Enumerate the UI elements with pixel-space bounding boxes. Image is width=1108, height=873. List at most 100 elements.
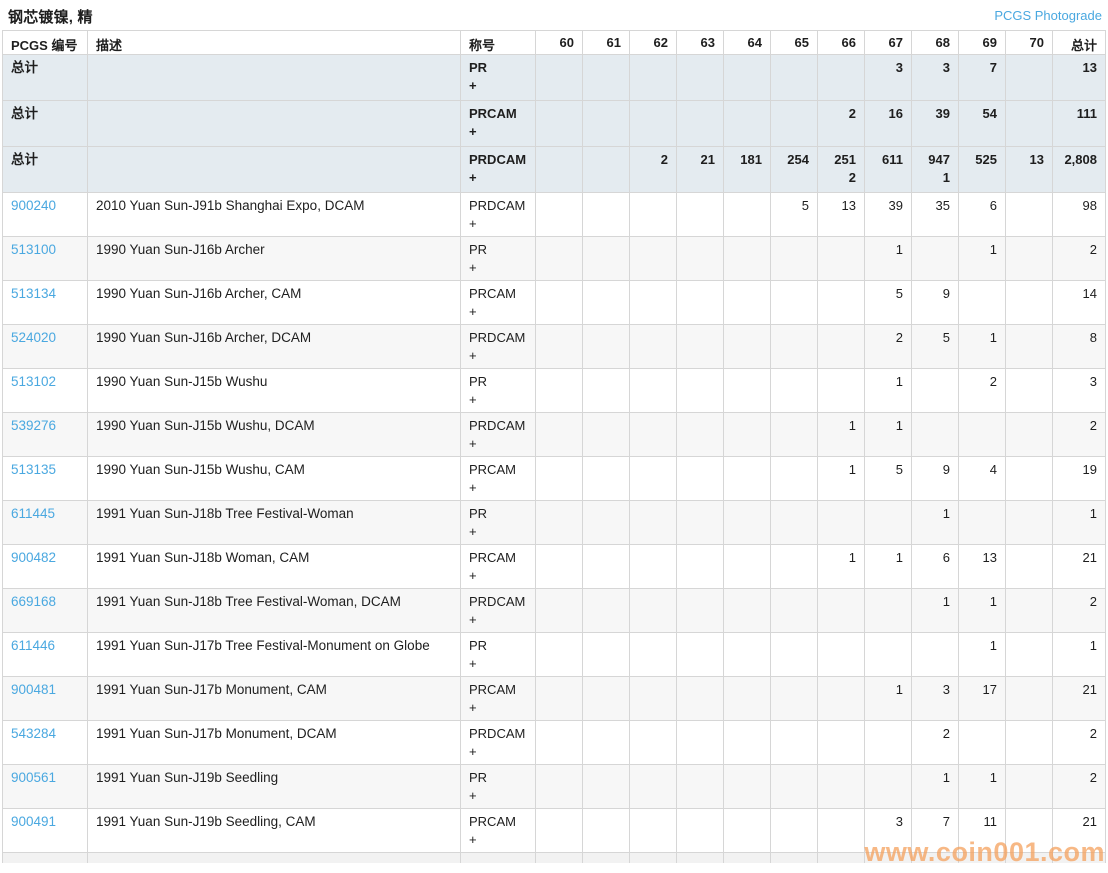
pcgs-number-link[interactable]: 900561 (11, 770, 56, 785)
grade-62-cell: 2 (629, 146, 677, 193)
grade-65-cell (770, 808, 818, 853)
grade-67-cell: 1 (864, 676, 912, 721)
total-cell: 8 (1052, 324, 1106, 369)
table-row: 513102 1990 Yuan Sun-J15b Wushu PR + 1 2 3 (2, 368, 1106, 413)
grade-69-cell: 1 (958, 588, 1006, 633)
total-cell: 98 (1052, 192, 1106, 237)
pcgs-number-cell: 543284 (2, 720, 88, 765)
grade-64-cell (723, 100, 771, 147)
pcgs-number-link[interactable]: 900240 (11, 198, 56, 213)
pcgs-number-link[interactable]: 513102 (11, 374, 56, 389)
pcgs-number-link[interactable]: 900491 (11, 814, 56, 829)
grade-60-cell (535, 236, 583, 281)
coin-description: 2010 Yuan Sun-J91b Shanghai Expo, DCAM (96, 198, 365, 213)
grade-63-cell (676, 720, 724, 765)
total-cell: 2 (1052, 720, 1106, 765)
grade-60-cell (535, 720, 583, 765)
header-grade-61: 61 (582, 30, 630, 55)
grade-61-cell (582, 236, 630, 281)
grade-61-cell (582, 544, 630, 589)
grade-64-cell: 181 (723, 146, 771, 193)
grade-60-cell (535, 324, 583, 369)
grade-66-cell: 13 (817, 192, 865, 237)
grade-64-cell (723, 412, 771, 457)
pcgs-number-link[interactable]: 513135 (11, 462, 56, 477)
header-grade-66: 66 (817, 30, 865, 55)
grade-65-cell (770, 632, 818, 677)
grade-64-cell (723, 280, 771, 325)
pcgs-number-link[interactable]: 524020 (11, 330, 56, 345)
coin-description: 1991 Yuan Sun-J17b Monument, CAM (96, 682, 327, 697)
pcgs-number-cell: 900240 (2, 192, 88, 237)
pcgs-number-link[interactable]: 611446 (11, 638, 55, 653)
grade-63-cell (676, 764, 724, 809)
grade-60-cell (535, 100, 583, 147)
grade-63-cell (676, 280, 724, 325)
grade-68-cell: 7 (911, 808, 959, 853)
grade-69-cell: 1 (958, 632, 1006, 677)
grade-62-cell (629, 280, 677, 325)
grade-62-cell (629, 764, 677, 809)
pcgs-number-link[interactable]: 611445 (11, 506, 55, 521)
grade-69-cell: 525 (958, 146, 1006, 193)
grade-70-cell (1005, 324, 1053, 369)
total-cell: 3 (1052, 368, 1106, 413)
pcgs-photograde-link[interactable]: PCGS Photograde (994, 8, 1102, 23)
grade-65-cell (770, 544, 818, 589)
grade-67-cell: 2 (864, 324, 912, 369)
grade-67-cell (864, 720, 912, 765)
grade-67-cell (864, 588, 912, 633)
grade-61-cell (582, 146, 630, 193)
pcgs-number-link[interactable]: 543284 (11, 726, 56, 741)
grade-69-cell: 7 (958, 54, 1006, 101)
pcgs-number-link[interactable]: 900481 (11, 682, 56, 697)
pcgs-number-link[interactable]: 539276 (11, 418, 56, 433)
pcgs-number-cell: 524020 (2, 324, 88, 369)
description-cell: 1990 Yuan Sun-J15b Wushu (87, 368, 461, 413)
grade-67-cell (864, 764, 912, 809)
grade-68-cell: 9 (911, 456, 959, 501)
designation-cell: PRDCAM + (460, 146, 536, 193)
grade-61-cell (582, 54, 630, 101)
grade-65-cell (770, 720, 818, 765)
total-cell: 2 (1052, 236, 1106, 281)
description-cell: 1991 Yuan Sun-J17b Monument, DCAM (87, 720, 461, 765)
grade-60-cell (535, 632, 583, 677)
designation-cell: PRCAM + (460, 280, 536, 325)
grade-63-cell (676, 192, 724, 237)
grade-68-cell (911, 368, 959, 413)
grade-67-cell (864, 632, 912, 677)
grade-61-cell (582, 456, 630, 501)
header-grade-63: 63 (676, 30, 724, 55)
header-grade-64: 64 (723, 30, 771, 55)
table-row: 611445 1991 Yuan Sun-J18b Tree Festival-W… (2, 500, 1106, 545)
grade-70-cell (1005, 368, 1053, 413)
grade-64-cell (723, 236, 771, 281)
grade-60-cell (535, 456, 583, 501)
grade-63-cell (676, 588, 724, 633)
grade-70-cell (1005, 192, 1053, 237)
grade-69-cell: 1 (958, 324, 1006, 369)
grade-69-cell: 6 (958, 192, 1006, 237)
grade-70-cell (1005, 544, 1053, 589)
pcgs-number-cell: 900482 (2, 544, 88, 589)
grade-66-cell: 251 2 (817, 146, 865, 193)
grade-65-cell (770, 280, 818, 325)
pcgs-number-link[interactable]: 513100 (11, 242, 56, 257)
grade-70-cell (1005, 500, 1053, 545)
grade-68-cell (911, 236, 959, 281)
designation-cell: PRCAM + (460, 808, 536, 853)
grade-60-cell (535, 280, 583, 325)
grade-61-cell (582, 412, 630, 457)
grade-62-cell (629, 808, 677, 853)
summary-row: 总计 PRDCAM + 2 21 181 254 251 2 611 947 1 525 13 2,808 (2, 146, 1106, 193)
grade-69-cell: 13 (958, 544, 1006, 589)
pcgs-number-link[interactable]: 513134 (11, 286, 56, 301)
grade-60-cell (535, 588, 583, 633)
designation-cell: PRCAM + (460, 676, 536, 721)
pcgs-number-link[interactable]: 669168 (11, 594, 56, 609)
grade-60-cell (535, 368, 583, 413)
pcgs-number-link[interactable]: 900482 (11, 550, 56, 565)
description-cell (87, 54, 461, 101)
table-header-row: PCGS 编号 描述 称号 60 61 62 63 64 65 66 67 68 69 70 总计 (2, 30, 1106, 55)
